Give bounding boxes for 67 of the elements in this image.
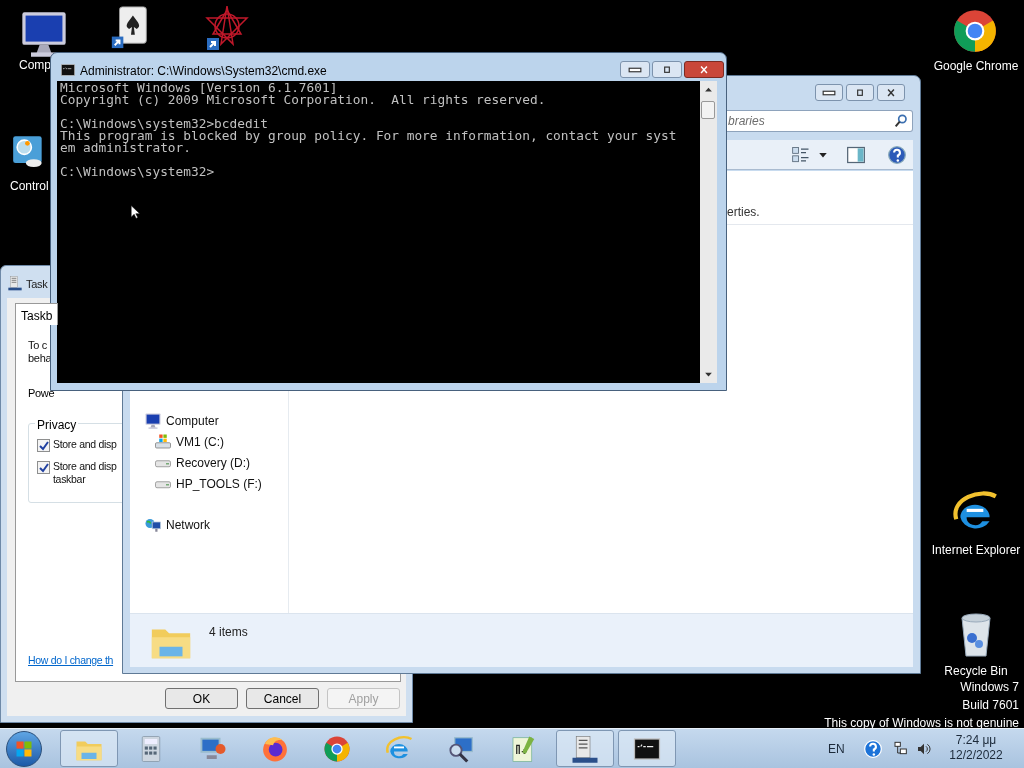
checkbox-label[interactable]: Store and disp [53, 438, 117, 451]
maximize-button[interactable] [846, 84, 874, 101]
volume-icon[interactable] [916, 741, 932, 757]
clock-date[interactable]: 12/2/2022 [949, 748, 1003, 763]
view-list-icon[interactable] [791, 145, 811, 165]
dialog-title: Task [26, 277, 48, 292]
checkbox-label[interactable]: Store and disp [53, 460, 117, 473]
window-title: Administrator: C:\Windows\System32\cmd.exe [80, 63, 327, 80]
start-button[interactable] [6, 731, 42, 767]
console-line: C:\Windows\system32> [60, 166, 216, 178]
checkbox-label[interactable]: taskbar [53, 473, 117, 486]
search-field[interactable]: braries [727, 110, 913, 132]
scroll-down-icon[interactable] [704, 370, 713, 379]
scroll-thumb[interactable] [701, 101, 715, 119]
windows-drive-icon [154, 433, 172, 451]
preview-pane-icon[interactable] [846, 145, 866, 165]
desktop-icon-label[interactable]: Internet Explorer [931, 543, 1021, 557]
console-line: C:\Windows\system32>bcdedit [60, 118, 270, 130]
help-link[interactable]: How do I change th [28, 653, 114, 669]
monitor-icon [144, 412, 162, 430]
taskbar-button[interactable] [556, 730, 614, 767]
desktop-icon-label[interactable]: Comp [19, 58, 51, 72]
item-count: 4 items [209, 624, 248, 641]
maximize-button[interactable] [652, 61, 682, 78]
search-icon[interactable] [893, 113, 909, 129]
console-line: em administrator. [60, 142, 192, 154]
close-button[interactable] [877, 84, 905, 101]
checkbox[interactable] [37, 461, 50, 474]
dialog-button[interactable]: Cancel [246, 688, 319, 709]
minimize-button[interactable] [815, 84, 843, 101]
instruction-text: To c [28, 339, 48, 352]
genuine-notice-text: Build 7601 [962, 697, 1019, 714]
close-button[interactable] [684, 61, 724, 78]
dialog-button[interactable]: OK [165, 688, 238, 709]
language-indicator[interactable]: EN [828, 740, 845, 758]
nav-item[interactable]: Network [166, 516, 210, 534]
details-text: erties. [727, 204, 760, 221]
console-line: This program is blocked by group policy. For more information, contact your syst [60, 130, 678, 142]
desktop-icon-label[interactable]: Google Chrome [933, 59, 1019, 73]
taskbar-settings-icon [7, 275, 23, 291]
nav-item[interactable]: Recovery (D:) [176, 454, 250, 472]
help-icon[interactable] [887, 145, 907, 165]
command-prompt-icon [60, 62, 76, 78]
network-icon [144, 516, 162, 534]
desktop-icon-label[interactable]: Control [10, 179, 49, 193]
star-pattern-icon[interactable] [203, 4, 251, 52]
minimize-icon [822, 89, 836, 96]
clock-time[interactable]: 7:24 μμ [955, 733, 997, 748]
minimize-icon [628, 66, 642, 73]
power-label: Powe [28, 386, 55, 401]
console-line: Copyright (c) 2009 Microsoft Corporation. All rights reserved. [60, 94, 547, 106]
genuine-notice-text: Windows 7 [960, 679, 1019, 696]
taskbar-button[interactable] [618, 730, 676, 767]
windows-logo-icon [14, 739, 34, 759]
network-icon[interactable] [893, 741, 909, 757]
nav-item[interactable]: VM1 (C:) [176, 433, 224, 451]
minimize-button[interactable] [620, 61, 650, 78]
scrollbar[interactable] [700, 81, 717, 383]
console-line: Microsoft Windows [Version 6.1.7601] [60, 82, 338, 94]
dropdown-arrow-icon[interactable] [818, 150, 828, 160]
taskbar-settings-icon [570, 733, 600, 764]
nav-item[interactable]: Computer [166, 412, 219, 430]
checkbox[interactable] [37, 439, 50, 452]
tab[interactable]: Taskb [15, 303, 59, 325]
scroll-up-icon[interactable] [704, 85, 713, 94]
desktop-icon-label[interactable]: Recycle Bin [944, 664, 1008, 678]
nav-item[interactable]: HP_TOOLS (F:) [176, 475, 262, 493]
